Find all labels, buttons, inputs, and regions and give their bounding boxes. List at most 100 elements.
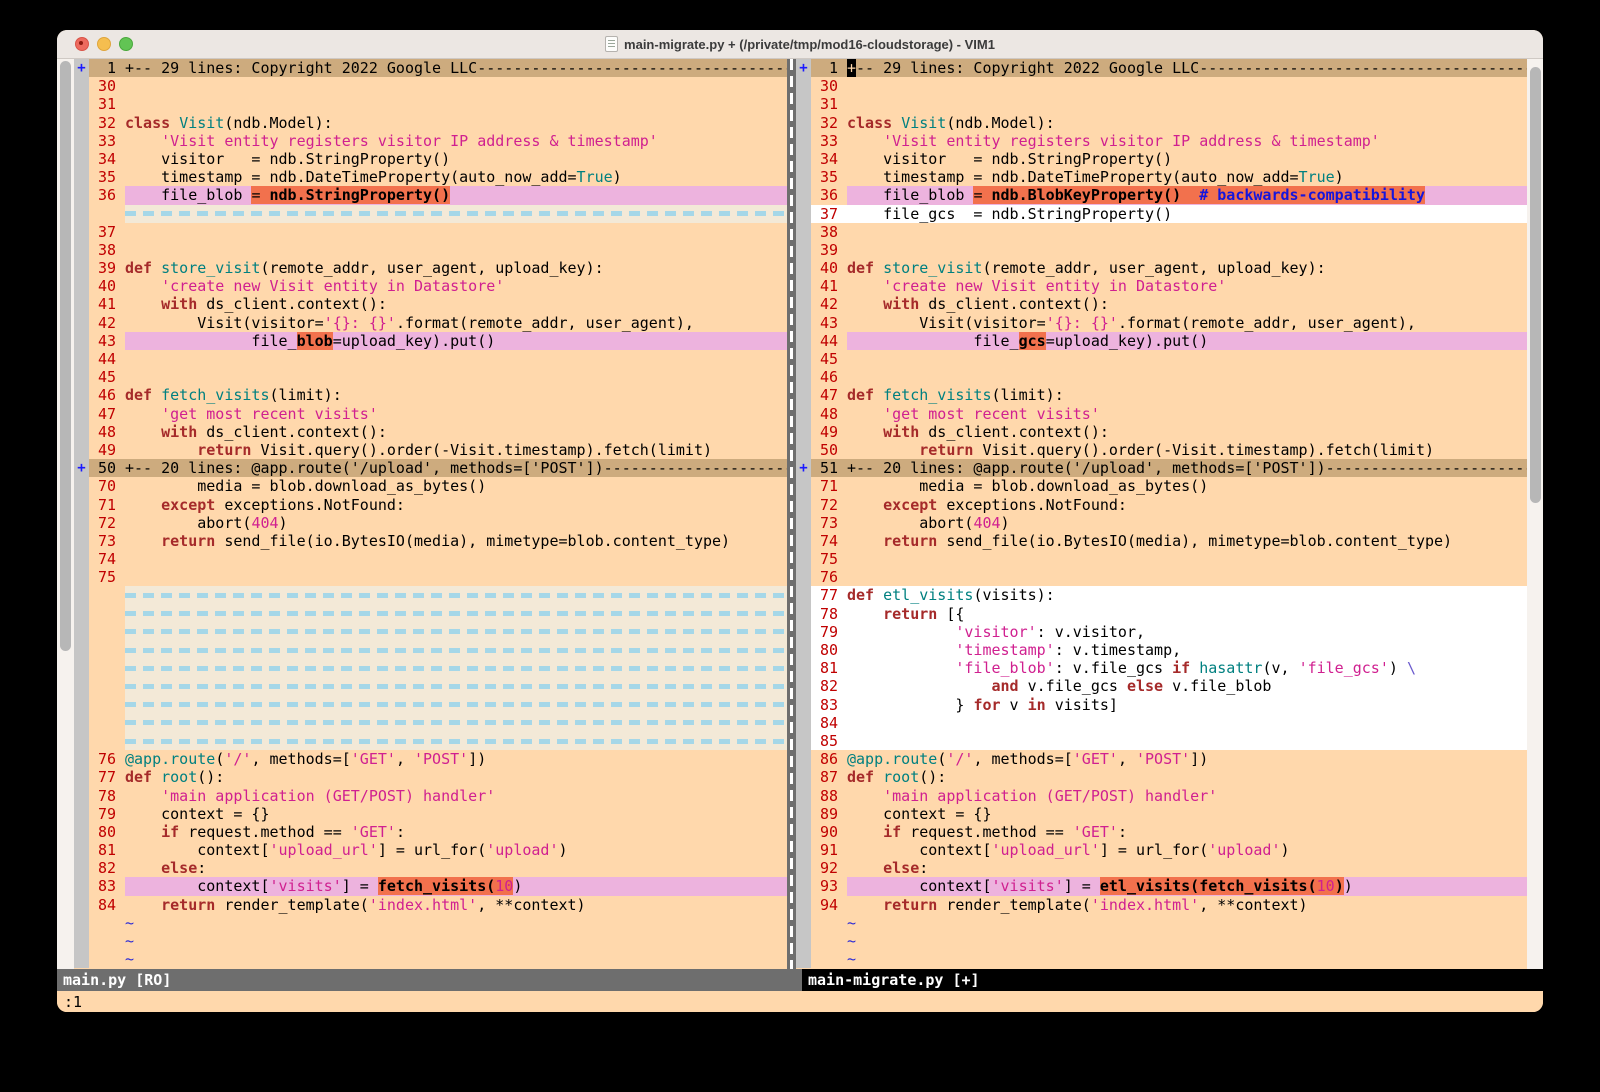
diff-filler-line[interactable] (74, 677, 787, 695)
code-line[interactable]: 34 visitor = ndb.StringProperty() (74, 150, 787, 168)
folded-line[interactable]: +1+-- 29 lines: Copyright 2022 Google LL… (796, 59, 1527, 77)
code-line[interactable]: 87def root(): (796, 768, 1527, 786)
code-line[interactable]: 35 timestamp = ndb.DateTimeProperty(auto… (796, 168, 1527, 186)
tilde-line[interactable]: ~ (74, 950, 787, 968)
zoom-button[interactable] (119, 37, 133, 51)
folded-line[interactable]: +51+-- 20 lines: @app.route('/upload', m… (796, 459, 1527, 477)
code-line[interactable]: 91 context['upload_url'] = url_for('uplo… (796, 841, 1527, 859)
code-line[interactable]: 44 (74, 350, 787, 368)
code-line[interactable]: 84 return render_template('index.html', … (74, 896, 787, 914)
tilde-line[interactable]: ~ (74, 932, 787, 950)
diff-filler-line[interactable] (74, 696, 787, 714)
left-scrollbar[interactable] (57, 59, 74, 969)
code-line[interactable]: 75 (796, 550, 1527, 568)
code-line[interactable]: 45 (796, 350, 1527, 368)
code-line[interactable]: 30 (74, 77, 787, 95)
code-line[interactable]: 49 with ds_client.context(): (796, 423, 1527, 441)
code-line[interactable]: 88 'main application (GET/POST) handler' (796, 787, 1527, 805)
folded-line[interactable]: +1+-- 29 lines: Copyright 2022 Google LL… (74, 59, 787, 77)
code-line[interactable]: 42 Visit(visitor='{}: {}'.format(remote_… (74, 314, 787, 332)
code-line[interactable]: 92 else: (796, 859, 1527, 877)
code-line[interactable]: 80 'timestamp': v.timestamp, (796, 641, 1527, 659)
code-line[interactable]: 40 'create new Visit entity in Datastore… (74, 277, 787, 295)
code-line[interactable]: 83 context['visits'] = fetch_visits(10) (74, 877, 787, 895)
diff-filler-line[interactable] (74, 205, 787, 223)
code-line[interactable]: 41 'create new Visit entity in Datastore… (796, 277, 1527, 295)
code-line[interactable]: 79 context = {} (74, 805, 787, 823)
code-line[interactable]: 94 return render_template('index.html', … (796, 896, 1527, 914)
code-line[interactable]: 73 abort(404) (796, 514, 1527, 532)
tilde-line[interactable]: ~ (796, 950, 1527, 968)
code-line[interactable]: 32class Visit(ndb.Model): (74, 114, 787, 132)
code-line[interactable]: 32class Visit(ndb.Model): (796, 114, 1527, 132)
code-line[interactable]: 77def root(): (74, 768, 787, 786)
diff-filler-line[interactable] (74, 605, 787, 623)
code-line[interactable]: 48 with ds_client.context(): (74, 423, 787, 441)
code-line[interactable]: 74 return send_file(io.BytesIO(media), m… (796, 532, 1527, 550)
diff-filler-line[interactable] (74, 623, 787, 641)
code-line[interactable]: 38 (74, 241, 787, 259)
code-line[interactable]: 82 and v.file_gcs else v.file_blob (796, 677, 1527, 695)
fold-marker[interactable]: + (74, 59, 89, 77)
code-line[interactable]: 74 (74, 550, 787, 568)
code-line[interactable]: 89 context = {} (796, 805, 1527, 823)
code-line[interactable]: 30 (796, 77, 1527, 95)
code-line[interactable]: 83 } for v in visits] (796, 696, 1527, 714)
diff-filler-line[interactable] (74, 714, 787, 732)
code-line[interactable]: 46def fetch_visits(limit): (74, 386, 787, 404)
folded-line[interactable]: +50+-- 20 lines: @app.route('/upload', m… (74, 459, 787, 477)
code-line[interactable]: 47 'get most recent visits' (74, 405, 787, 423)
right-scrollbar-thumb[interactable] (1530, 67, 1541, 503)
code-line[interactable]: 78 'main application (GET/POST) handler' (74, 787, 787, 805)
code-line[interactable]: 81 'file_blob': v.file_gcs if hasattr(v,… (796, 659, 1527, 677)
right-scrollbar[interactable] (1527, 59, 1543, 969)
tilde-line[interactable]: ~ (796, 932, 1527, 950)
code-line[interactable]: 72 except exceptions.NotFound: (796, 496, 1527, 514)
code-line[interactable]: 31 (796, 95, 1527, 113)
code-line[interactable]: 49 return Visit.query().order(-Visit.tim… (74, 441, 787, 459)
code-line[interactable]: 33 'Visit entity registers visitor IP ad… (74, 132, 787, 150)
code-line[interactable]: 43 Visit(visitor='{}: {}'.format(remote_… (796, 314, 1527, 332)
code-line[interactable]: 34 visitor = ndb.StringProperty() (796, 150, 1527, 168)
code-line[interactable]: 90 if request.method == 'GET': (796, 823, 1527, 841)
code-line[interactable]: 35 timestamp = ndb.DateTimeProperty(auto… (74, 168, 787, 186)
fold-marker[interactable]: + (74, 459, 89, 477)
code-line[interactable]: 80 if request.method == 'GET': (74, 823, 787, 841)
code-line[interactable]: 71 except exceptions.NotFound: (74, 496, 787, 514)
code-line[interactable]: 77def etl_visits(visits): (796, 586, 1527, 604)
code-line[interactable]: 76@app.route('/', methods=['GET', 'POST'… (74, 750, 787, 768)
code-line[interactable]: 78 return [{ (796, 605, 1527, 623)
code-line[interactable]: 37 (74, 223, 787, 241)
code-line[interactable]: 81 context['upload_url'] = url_for('uplo… (74, 841, 787, 859)
code-line[interactable]: 85 (796, 732, 1527, 750)
code-line[interactable]: 39 (796, 241, 1527, 259)
code-line[interactable]: 48 'get most recent visits' (796, 405, 1527, 423)
code-line[interactable]: 82 else: (74, 859, 787, 877)
code-line[interactable]: 86@app.route('/', methods=['GET', 'POST'… (796, 750, 1527, 768)
code-line[interactable]: 36 file_blob = ndb.BlobKeyProperty() # b… (796, 186, 1527, 204)
close-button[interactable] (75, 37, 89, 51)
fold-marker[interactable]: + (796, 59, 811, 77)
command-line[interactable]: :1 (57, 991, 1543, 1012)
fold-marker[interactable]: + (796, 459, 811, 477)
code-line[interactable]: 45 (74, 368, 787, 386)
code-line[interactable]: 46 (796, 368, 1527, 386)
code-line[interactable]: 44 file_gcs=upload_key).put() (796, 332, 1527, 350)
code-line[interactable]: 79 'visitor': v.visitor, (796, 623, 1527, 641)
tilde-line[interactable]: ~ (74, 914, 787, 932)
minimize-button[interactable] (97, 37, 111, 51)
code-line[interactable]: 33 'Visit entity registers visitor IP ad… (796, 132, 1527, 150)
diff-filler-line[interactable] (74, 659, 787, 677)
code-line[interactable]: 40def store_visit(remote_addr, user_agen… (796, 259, 1527, 277)
code-line[interactable]: 70 media = blob.download_as_bytes() (74, 477, 787, 495)
code-line[interactable]: 93 context['visits'] = etl_visits(fetch_… (796, 877, 1527, 895)
tilde-line[interactable]: ~ (796, 914, 1527, 932)
code-line[interactable]: 43 file_blob=upload_key).put() (74, 332, 787, 350)
code-line[interactable]: 47def fetch_visits(limit): (796, 386, 1527, 404)
diff-filler-line[interactable] (74, 586, 787, 604)
code-line[interactable]: 39def store_visit(remote_addr, user_agen… (74, 259, 787, 277)
code-line[interactable]: 36 file_blob = ndb.StringProperty() (74, 186, 787, 204)
code-line[interactable]: 37 file_gcs = ndb.StringProperty() (796, 205, 1527, 223)
code-line[interactable]: 41 with ds_client.context(): (74, 295, 787, 313)
code-line[interactable]: 84 (796, 714, 1527, 732)
